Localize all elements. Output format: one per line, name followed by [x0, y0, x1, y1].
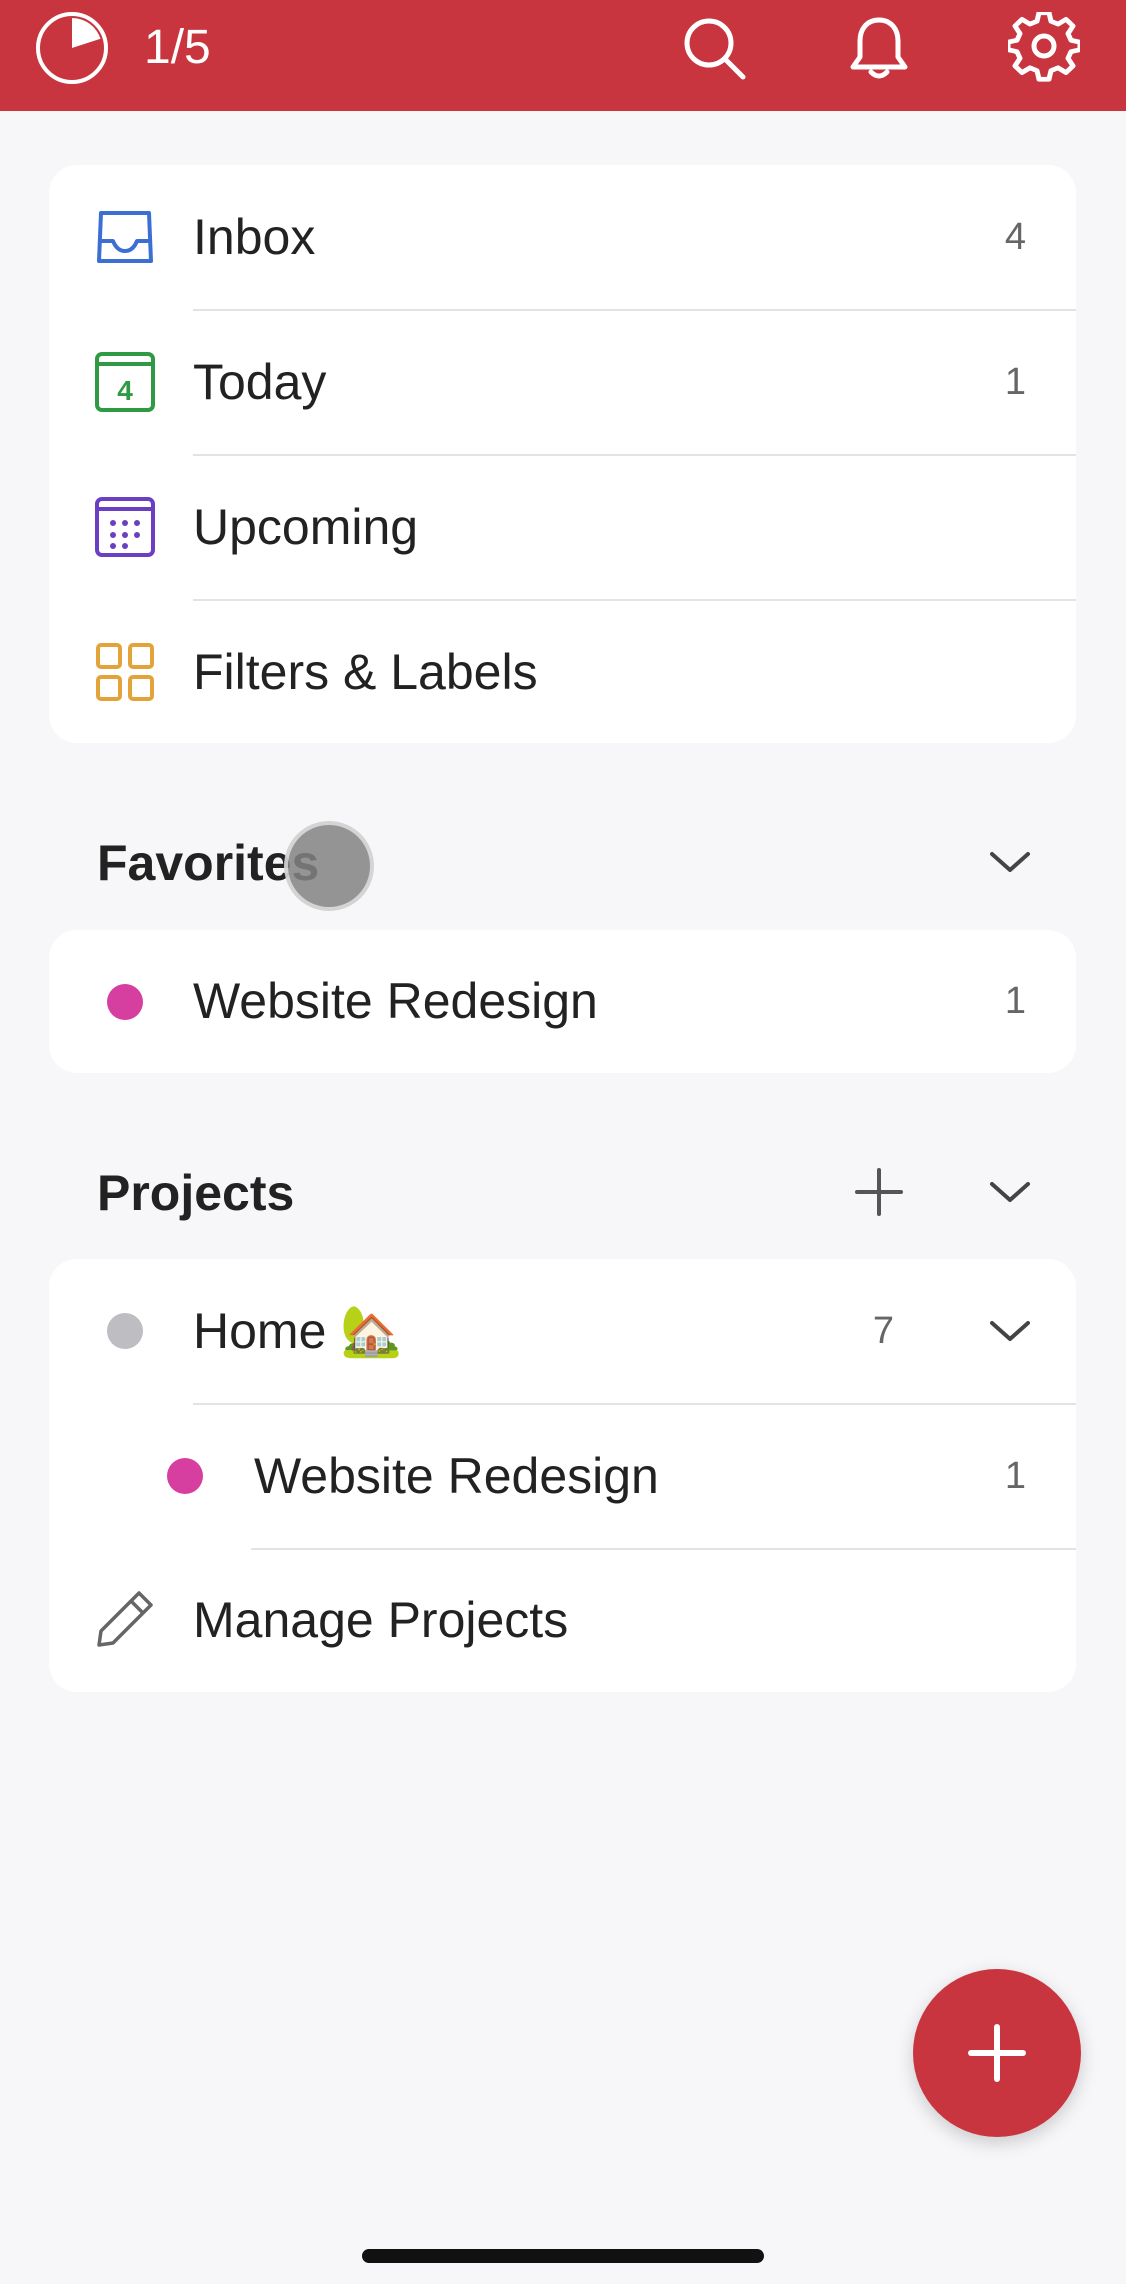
bell-icon[interactable]	[843, 12, 915, 84]
project-item-count: 1	[1004, 1455, 1026, 1497]
chevron-down-icon[interactable]	[984, 1166, 1036, 1218]
chevron-down-icon[interactable]	[984, 1305, 1036, 1357]
nav-item-label: Today	[193, 354, 327, 410]
search-icon[interactable]	[678, 12, 750, 84]
projects-title[interactable]: Projects	[97, 1163, 294, 1223]
main-nav-card: Inbox 4 4 Today 1 Upcoming Filters & Lab…	[49, 165, 1076, 743]
nav-item-label: Upcoming	[193, 499, 419, 555]
project-color-dot	[107, 1313, 143, 1349]
filters-grid-icon	[96, 643, 154, 701]
project-item-label: Website Redesign	[254, 1448, 659, 1504]
nav-item-today[interactable]: 4 Today 1	[49, 310, 1076, 455]
today-day-number: 4	[117, 375, 133, 406]
plus-icon	[968, 2024, 1026, 2082]
inbox-icon	[97, 211, 153, 263]
home-indicator	[362, 2249, 764, 2263]
chevron-down-icon[interactable]	[984, 836, 1036, 888]
progress-text[interactable]: 1/5	[144, 18, 211, 78]
progress-pie-icon[interactable]	[34, 10, 110, 86]
favorite-item-count: 1	[1004, 980, 1026, 1022]
project-item-count: 7	[872, 1310, 894, 1352]
calendar-upcoming-icon	[95, 497, 155, 557]
nav-item-count: 1	[1004, 361, 1026, 403]
project-item-label: Home 🏡	[193, 1303, 403, 1359]
nav-item-label: Inbox	[193, 209, 316, 265]
project-color-dot	[107, 984, 143, 1020]
project-item-website-redesign[interactable]: Website Redesign 1	[49, 1404, 1076, 1549]
nav-item-inbox[interactable]: Inbox 4	[49, 165, 1076, 310]
nav-item-label: Filters & Labels	[193, 644, 538, 700]
favorites-card: Website Redesign 1	[49, 930, 1076, 1073]
project-item-home[interactable]: Home 🏡 7	[49, 1259, 1076, 1404]
top-bar: 1/5	[0, 0, 1126, 111]
favorite-item[interactable]: Website Redesign 1	[49, 930, 1076, 1073]
gear-icon[interactable]	[1008, 12, 1080, 84]
nav-item-count: 4	[1004, 216, 1026, 258]
manage-projects-label: Manage Projects	[193, 1592, 569, 1648]
add-project-plus-icon[interactable]	[853, 1166, 905, 1218]
touch-indicator	[284, 821, 374, 911]
calendar-today-icon: 4	[95, 352, 155, 412]
pencil-icon	[97, 1591, 153, 1647]
manage-projects-button[interactable]: Manage Projects	[49, 1549, 1076, 1692]
nav-item-upcoming[interactable]: Upcoming	[49, 455, 1076, 600]
nav-item-filters-labels[interactable]: Filters & Labels	[49, 600, 1076, 743]
project-color-dot	[167, 1458, 203, 1494]
projects-card: Home 🏡 7 Website Redesign 1 Manage Proje…	[49, 1259, 1076, 1692]
favorite-item-label: Website Redesign	[193, 973, 598, 1029]
add-task-button[interactable]	[913, 1969, 1081, 2137]
